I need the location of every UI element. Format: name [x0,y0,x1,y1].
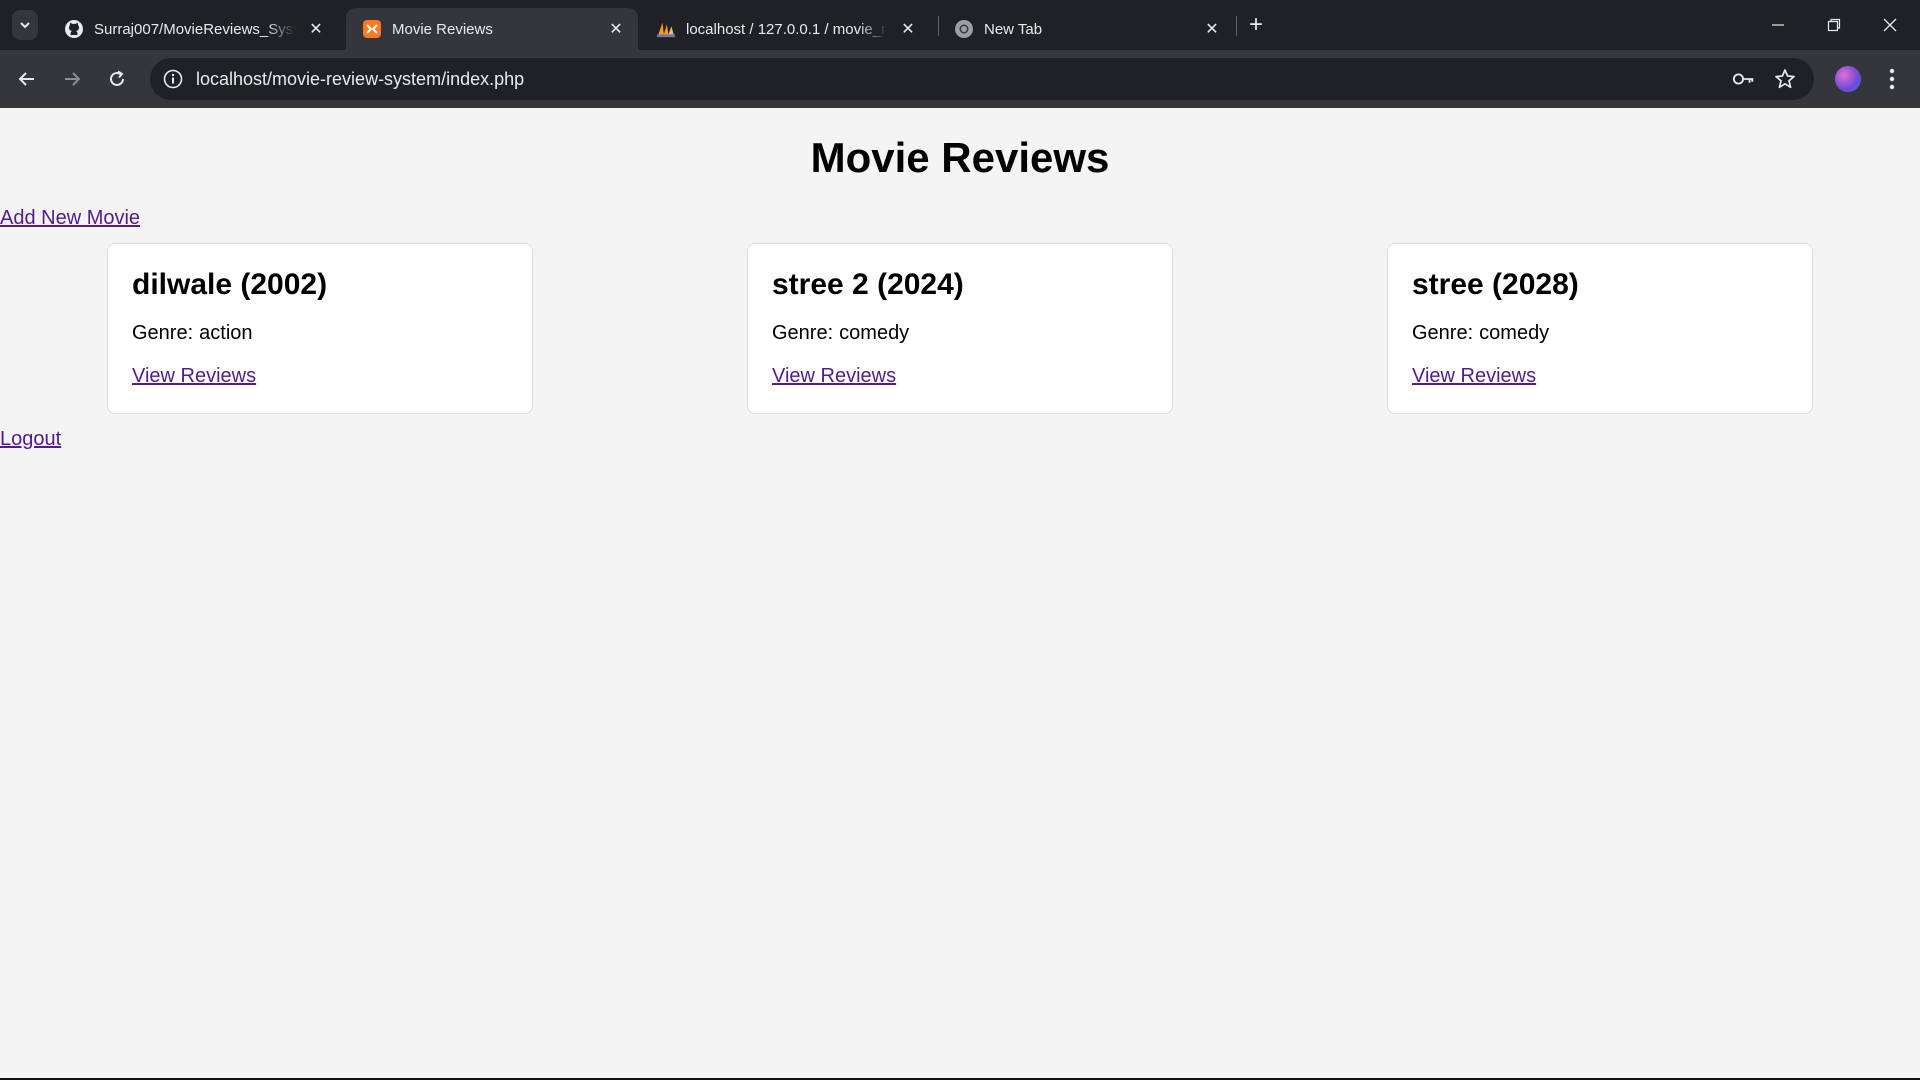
url-text[interactable]: localhost/movie-review-system/index.php [196,69,524,90]
tab-github[interactable]: Surraj007/MovieReviews_System ✕ [48,8,338,50]
password-key-icon[interactable] [1732,67,1756,91]
restore-button[interactable] [1806,0,1862,50]
view-reviews-link[interactable]: View Reviews [132,365,256,388]
genre-value: comedy [839,322,910,344]
movie-genre: Genre: comedy [772,322,909,345]
browser-toolbar: localhost/movie-review-system/index.php [0,50,1920,108]
genre-value: comedy [1479,322,1550,344]
chevron-down-icon [20,22,30,29]
reload-button[interactable] [100,62,134,96]
back-button[interactable] [10,62,44,96]
tab-title: localhost / 127.0.0.1 / movie_reviews [686,20,888,38]
movie-genre: Genre: action [132,322,253,345]
movie-genre: Genre: comedy [1412,322,1549,345]
genre-label: Genre: [1412,322,1474,344]
close-icon[interactable]: ✕ [304,17,328,41]
tab-movie-reviews[interactable]: Movie Reviews ✕ [346,8,638,50]
genre-label: Genre: [772,322,834,344]
minimize-icon [1772,24,1784,26]
address-bar[interactable]: localhost/movie-review-system/index.php [150,58,1814,100]
reload-icon [110,70,124,86]
arrow-right-icon [65,72,81,86]
movie-title: stree (2028) [1412,268,1579,301]
minimize-button[interactable] [1750,0,1806,50]
tab-title: Movie Reviews [392,20,493,38]
forward-button[interactable] [55,62,89,96]
movie-title: stree 2 (2024) [772,268,964,301]
tab-phpmyadmin[interactable]: localhost / 127.0.0.1 / movie_reviews ✕ [640,8,930,50]
profile-avatar[interactable] [1835,66,1861,92]
chrome-icon [954,19,974,39]
browser-menu-button[interactable] [1882,66,1902,92]
tab-title: New Tab [984,20,1043,38]
xampp-icon [362,19,382,39]
phpmyadmin-icon [656,19,676,39]
more-vert-icon [1889,68,1895,90]
close-icon[interactable]: ✕ [896,17,920,41]
close-icon[interactable]: ✕ [1200,17,1224,41]
add-new-movie-link[interactable]: Add New Movie [0,207,140,230]
movie-card: stree (2028) Genre: comedy View Reviews [1387,243,1813,414]
tab-strip: Surraj007/MovieReviews_System ✕ Movie Re… [0,0,1920,50]
page-title: Movie Reviews [810,134,1110,181]
close-icon [1883,18,1897,32]
arrow-left-icon [18,72,34,86]
tab-title: Surraj007/MovieReviews_System [94,20,296,38]
restore-icon [1827,18,1841,32]
page-content: Movie Reviews Add New Movie dilwale (200… [0,108,1920,1078]
genre-label: Genre: [132,322,194,344]
tab-new-tab[interactable]: New Tab ✕ [938,8,1234,50]
tab-separator [1236,16,1237,36]
site-info-icon[interactable] [162,68,184,90]
close-window-button[interactable] [1862,0,1918,50]
close-icon[interactable]: ✕ [604,17,628,41]
movie-card: stree 2 (2024) Genre: comedy View Reviews [747,243,1173,414]
github-icon [64,19,84,39]
logout-link[interactable]: Logout [0,428,61,451]
tab-search-button[interactable] [12,10,38,40]
new-tab-button[interactable]: + [1242,12,1270,40]
genre-value: action [199,322,253,344]
bookmark-star-icon[interactable] [1773,67,1797,91]
movie-title: dilwale (2002) [132,268,328,301]
view-reviews-link[interactable]: View Reviews [1412,365,1536,388]
view-reviews-link[interactable]: View Reviews [772,365,896,388]
movie-card: dilwale (2002) Genre: action View Reviews [107,243,533,414]
